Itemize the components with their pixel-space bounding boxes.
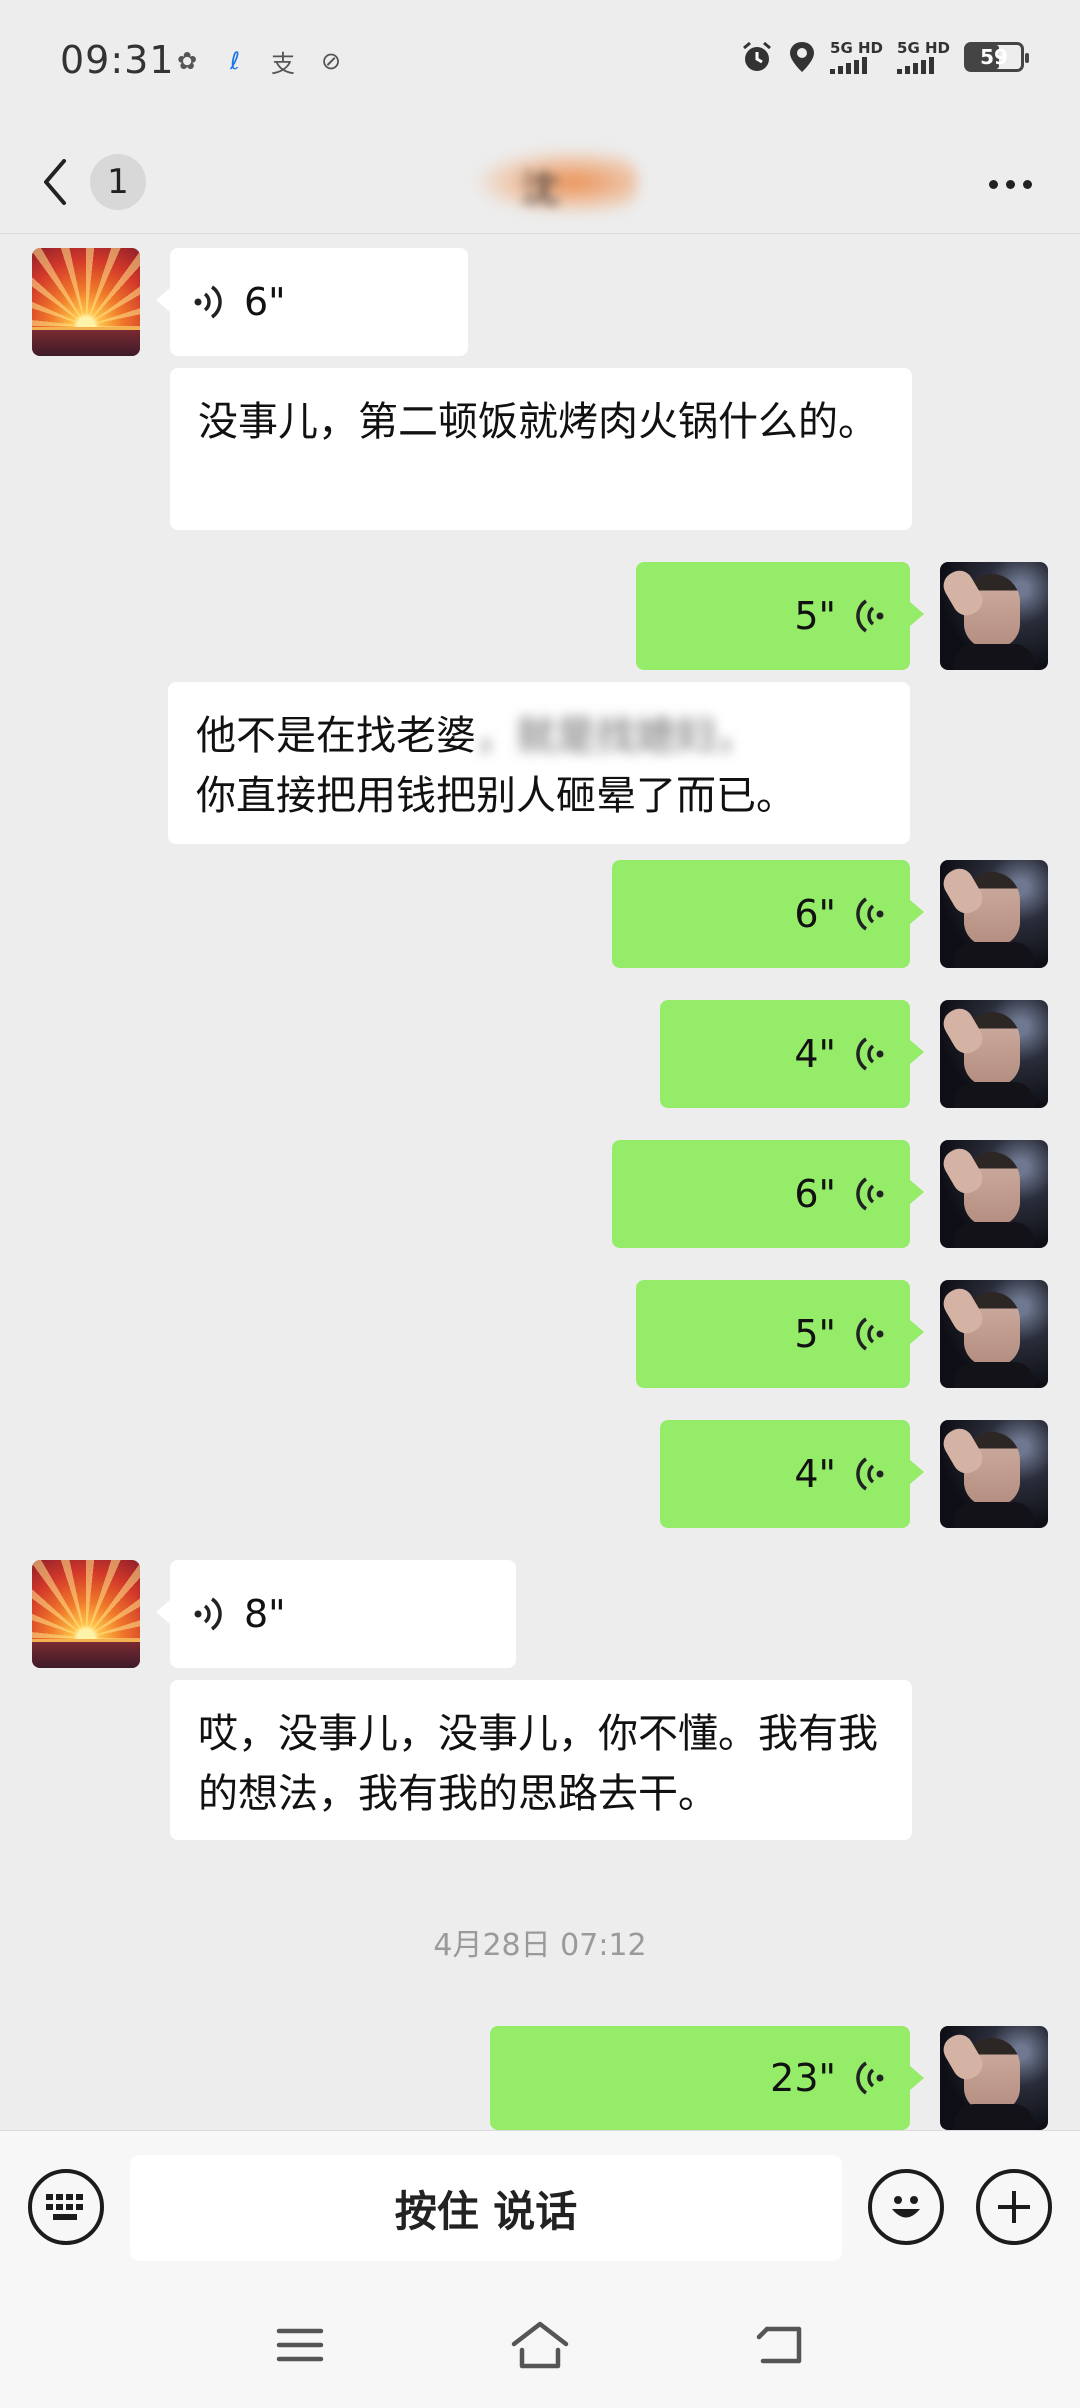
voice-message-sent[interactable]: 6" (612, 860, 924, 968)
message-timestamp: 4月28日 07:12 (433, 1928, 647, 1963)
battery-level: 59 (980, 45, 1008, 69)
my-avatar[interactable] (940, 1420, 1048, 1528)
back-button[interactable]: 1 (40, 154, 146, 210)
system-nav-bar (0, 2282, 1080, 2408)
input-bar: 按住 说话 (0, 2130, 1080, 2282)
hold-to-talk-button[interactable]: 按住 说话 (130, 2155, 842, 2261)
app-icon: ✿ (176, 47, 198, 75)
voice-duration: 5" (794, 1312, 836, 1356)
voice-duration: 6" (794, 1172, 836, 1216)
voice-duration: 4" (794, 1452, 836, 1496)
back-arrow-icon (44, 159, 66, 205)
text-message-received[interactable]: 没事儿，第二顿饭就烤肉火锅什么的。 (170, 368, 912, 530)
voice-message-sent[interactable]: 23" (490, 2026, 924, 2130)
my-avatar[interactable] (940, 2026, 1048, 2130)
alarm-icon (743, 41, 771, 71)
voice-message-sent[interactable]: 4" (660, 1000, 924, 1108)
back-nav-icon (756, 2326, 802, 2364)
more-button[interactable] (980, 164, 1040, 204)
voice-duration: 23" (770, 2056, 836, 2100)
voice-duration: 6" (244, 280, 286, 324)
menu-nav-button[interactable] (265, 2310, 335, 2380)
telecom-icon: ℓ (230, 47, 240, 75)
voice-wave-icon (856, 897, 884, 931)
more-dot (988, 179, 998, 189)
my-avatar[interactable] (940, 1000, 1048, 1108)
voice-wave-icon (856, 1037, 884, 1071)
voice-wave-icon (856, 1317, 884, 1351)
voice-message-sent[interactable]: 5" (636, 562, 924, 670)
voice-message-sent[interactable]: 4" (660, 1420, 924, 1528)
emoji-icon (892, 2196, 920, 2218)
voice-wave-icon (194, 285, 222, 319)
status-app-icons: ✿ ℓ 支 ⊘ (170, 44, 348, 78)
my-avatar[interactable] (940, 1140, 1048, 1248)
home-nav-button[interactable] (505, 2310, 575, 2380)
menu-icon (276, 2328, 324, 2362)
emoji-button[interactable] (868, 2169, 944, 2245)
my-avatar[interactable] (940, 860, 1048, 968)
status-bar: 09:31 ✿ ℓ 支 ⊘ 5G HD 5G HD 59 (0, 0, 1080, 130)
my-avatar[interactable] (940, 562, 1048, 670)
home-icon (511, 2321, 569, 2369)
location-icon (790, 42, 815, 72)
chat-title: 沈 (520, 167, 559, 211)
signal-2: 5G HD (897, 40, 950, 74)
voice-transcription[interactable]: 他不是在找老婆，就是找媳妇， 你直接把用钱把别人砸晕了而已。 (168, 682, 910, 844)
voice-duration: 8" (244, 1592, 286, 1636)
voice-duration: 6" (794, 892, 836, 936)
chat-header: 1 沈 (0, 130, 1080, 234)
voice-wave-icon (856, 2061, 884, 2095)
voice-duration: 4" (794, 1032, 836, 1076)
keyboard-icon (46, 2194, 83, 2220)
voice-wave-icon (856, 1457, 884, 1491)
status-right: 5G HD 5G HD 59 (740, 40, 1029, 74)
voice-wave-icon (856, 1177, 884, 1211)
transcription-text-b: 你直接把用钱把别人砸晕了而已。 (196, 773, 796, 819)
contact-avatar[interactable] (32, 1560, 140, 1668)
more-dot (1022, 179, 1032, 189)
more-functions-button[interactable] (976, 2169, 1052, 2245)
unread-badge: 1 (90, 154, 146, 210)
keyboard-toggle-button[interactable] (28, 2169, 104, 2245)
voice-message-received[interactable]: 8" (156, 1560, 516, 1668)
text-message-received[interactable]: 哎，没事儿，没事儿，你不懂。我有我的想法，我有我的思路去干。 (170, 1680, 912, 1840)
voice-message-sent[interactable]: 6" (612, 1140, 924, 1248)
voice-duration: 5" (794, 594, 836, 638)
plus-icon (998, 2191, 1030, 2223)
signal-bars-icon (830, 56, 868, 74)
my-avatar[interactable] (940, 1280, 1048, 1388)
voice-wave-icon (856, 599, 884, 633)
battery-icon: 59 (964, 42, 1029, 72)
contact-avatar[interactable] (32, 248, 140, 356)
voice-wave-icon (194, 1597, 222, 1631)
alipay-icon: 支 (271, 49, 295, 78)
back-nav-button[interactable] (745, 2310, 815, 2380)
signal-1: 5G HD (830, 40, 883, 74)
voice-message-received[interactable]: 6" (156, 248, 468, 356)
voice-message-sent[interactable]: 5" (636, 1280, 924, 1388)
notification-icon: ⊘ (320, 47, 342, 75)
more-dot (1005, 179, 1015, 189)
status-time: 09:31 (60, 38, 175, 82)
transcription-text-a: 他不是在找老婆 (196, 713, 476, 759)
transcription-redacted: ，就是找媳妇， (476, 713, 756, 759)
signal-bars-icon (897, 56, 935, 74)
